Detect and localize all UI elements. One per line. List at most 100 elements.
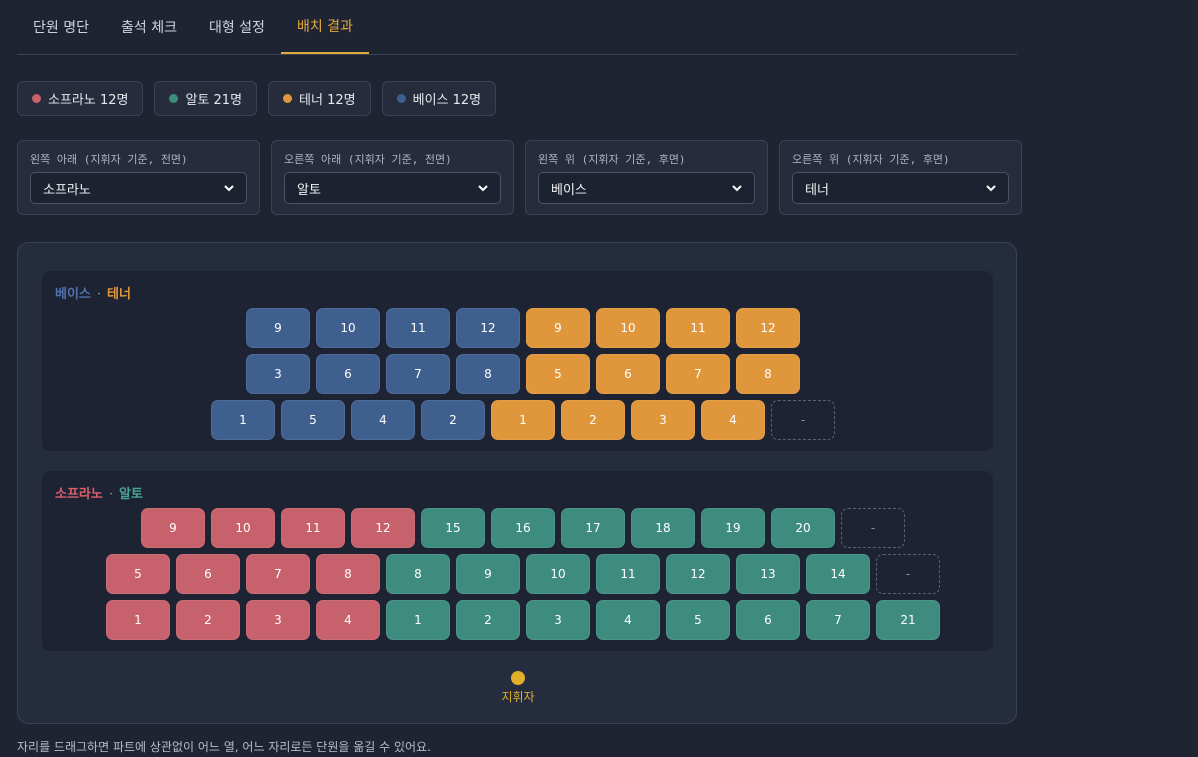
seat-alto[interactable]: 12 [666,554,730,594]
seat-soprano[interactable]: 7 [246,554,310,594]
tab-attendance[interactable]: 출석 체크 [105,0,193,54]
top-right-part-select[interactable]: 테너 [792,172,1009,204]
part-chip-label: 베이스 12명 [412,93,482,108]
part-chip-alto: 알토 21명 [154,81,258,116]
seat-bass[interactable]: 2 [421,400,485,440]
seat-bass[interactable]: 8 [456,354,520,394]
seat-tenor[interactable]: 10 [596,308,660,348]
empty-seat[interactable]: - [841,508,905,548]
soprano-dot-icon [32,94,41,103]
select-card-bottom-right: 오른쪽 아래 (지휘자 기준, 전면) 알토 [271,140,514,215]
section-title-separator: · [96,287,102,302]
seat-soprano[interactable]: 11 [281,508,345,548]
seat-alto[interactable]: 7 [806,600,870,640]
seat-alto[interactable]: 1 [386,600,450,640]
top-left-part-select[interactable]: 베이스 [538,172,755,204]
seat-alto[interactable]: 3 [526,600,590,640]
chevron-down-icon [478,185,488,192]
part-count-chips: 소프라노 12명 알토 21명 테너 12명 베이스 12명 [17,81,497,116]
seat-alto[interactable]: 15 [421,508,485,548]
seat-soprano[interactable]: 9 [141,508,205,548]
seat-bass[interactable]: 7 [386,354,450,394]
seat-tenor[interactable]: 9 [526,308,590,348]
seat-alto[interactable]: 21 [876,600,940,640]
seat-soprano[interactable]: 10 [211,508,275,548]
seat-bass[interactable]: 4 [351,400,415,440]
section-left-part-name: 소프라노 [55,487,103,502]
bottom-left-part-select[interactable]: 소프라노 [30,172,247,204]
part-chip-tenor: 테너 12명 [268,81,371,116]
seat-alto[interactable]: 13 [736,554,800,594]
seat-tenor[interactable]: 12 [736,308,800,348]
quadrant-selects: 왼쪽 아래 (지휘자 기준, 전면) 소프라노 오른쪽 아래 (지휘자 기준, … [17,140,1022,215]
section-right-part-name: 알토 [118,487,143,502]
seat-bass[interactable]: 3 [246,354,310,394]
seat-soprano[interactable]: 5 [106,554,170,594]
conductor-label: 지휘자 [501,690,535,704]
seat-alto[interactable]: 4 [596,600,660,640]
tab-roster[interactable]: 단원 명단 [17,0,105,54]
tab-bar: 단원 명단 출석 체크 대형 설정 배치 결과 [17,0,1017,55]
part-chip-label: 테너 12명 [299,93,356,108]
seat-alto[interactable]: 5 [666,600,730,640]
select-card-bottom-left: 왼쪽 아래 (지휘자 기준, 전면) 소프라노 [17,140,260,215]
tab-placement-result[interactable]: 배치 결과 [280,0,369,54]
seat-soprano[interactable]: 2 [176,600,240,640]
select-label: 오른쪽 아래 (지휘자 기준, 전면) [284,153,452,166]
seat-soprano[interactable]: 4 [316,600,380,640]
tenor-dot-icon [283,94,293,103]
front-section-soprano-alto: 소프라노 · 알토 9 10 11 12 15 16 17 18 19 20-5 6 7 8 8 9 10 11 12… [42,471,993,651]
seat-alto[interactable]: 8 [386,554,450,594]
seat-tenor[interactable]: 4 [701,400,765,440]
seat-bass[interactable]: 9 [246,308,310,348]
seat-alto[interactable]: 2 [456,600,520,640]
seat-tenor[interactable]: 1 [491,400,555,440]
seat-alto[interactable]: 20 [771,508,835,548]
seat-tenor[interactable]: 3 [631,400,695,440]
select-value: 테너 [805,182,829,198]
seat-tenor[interactable]: 11 [666,308,730,348]
seat-alto[interactable]: 10 [526,554,590,594]
seat-tenor[interactable]: 2 [561,400,625,440]
section-right-part-name: 테너 [107,287,131,302]
seat-alto[interactable]: 11 [596,554,660,594]
part-chip-soprano: 소프라노 12명 [17,81,144,116]
empty-seat[interactable]: - [876,554,940,594]
select-label: 왼쪽 위 (지휘자 기준, 후면) [538,153,686,166]
seat-alto[interactable]: 19 [701,508,765,548]
seat-alto[interactable]: 18 [631,508,695,548]
select-value: 알토 [297,182,321,198]
section-title: 베이스 · 테너 [55,283,131,302]
seat-bass[interactable]: 5 [281,400,345,440]
seat-bass[interactable]: 10 [316,308,380,348]
part-chip-label: 알토 21명 [185,93,243,108]
seating-stage: 베이스 · 테너 9 10 11 12 9 10 11 12 3 6 7 8 5 6 7 8 1 5 4 2 1 2 3 4- 소… [17,242,1017,724]
seat-soprano[interactable]: 12 [351,508,415,548]
seat-alto[interactable]: 16 [491,508,555,548]
seat-soprano[interactable]: 6 [176,554,240,594]
empty-seat[interactable]: - [771,400,835,440]
seat-alto[interactable]: 9 [456,554,520,594]
seat-alto[interactable]: 14 [806,554,870,594]
seat-tenor[interactable]: 6 [596,354,660,394]
seat-alto[interactable]: 6 [736,600,800,640]
seat-soprano[interactable]: 8 [316,554,380,594]
seat-bass[interactable]: 1 [211,400,275,440]
tab-formation[interactable]: 대형 설정 [193,0,281,54]
seat-bass[interactable]: 11 [386,308,450,348]
select-card-top-right: 오른쪽 위 (지휘자 기준, 후면) 테너 [779,140,1022,215]
seat-tenor[interactable]: 7 [666,354,730,394]
seat-soprano[interactable]: 3 [246,600,310,640]
part-chip-bass: 베이스 12명 [381,81,497,116]
alto-dot-icon [169,94,179,103]
bottom-right-part-select[interactable]: 알토 [284,172,501,204]
section-left-part-name: 베이스 [55,287,91,302]
seat-tenor[interactable]: 8 [736,354,800,394]
seat-bass[interactable]: 6 [316,354,380,394]
section-title-separator: · [108,487,113,502]
seat-soprano[interactable]: 1 [106,600,170,640]
seat-bass[interactable]: 12 [456,308,520,348]
seat-alto[interactable]: 17 [561,508,625,548]
conductor-marker-icon [511,671,525,685]
seat-tenor[interactable]: 5 [526,354,590,394]
